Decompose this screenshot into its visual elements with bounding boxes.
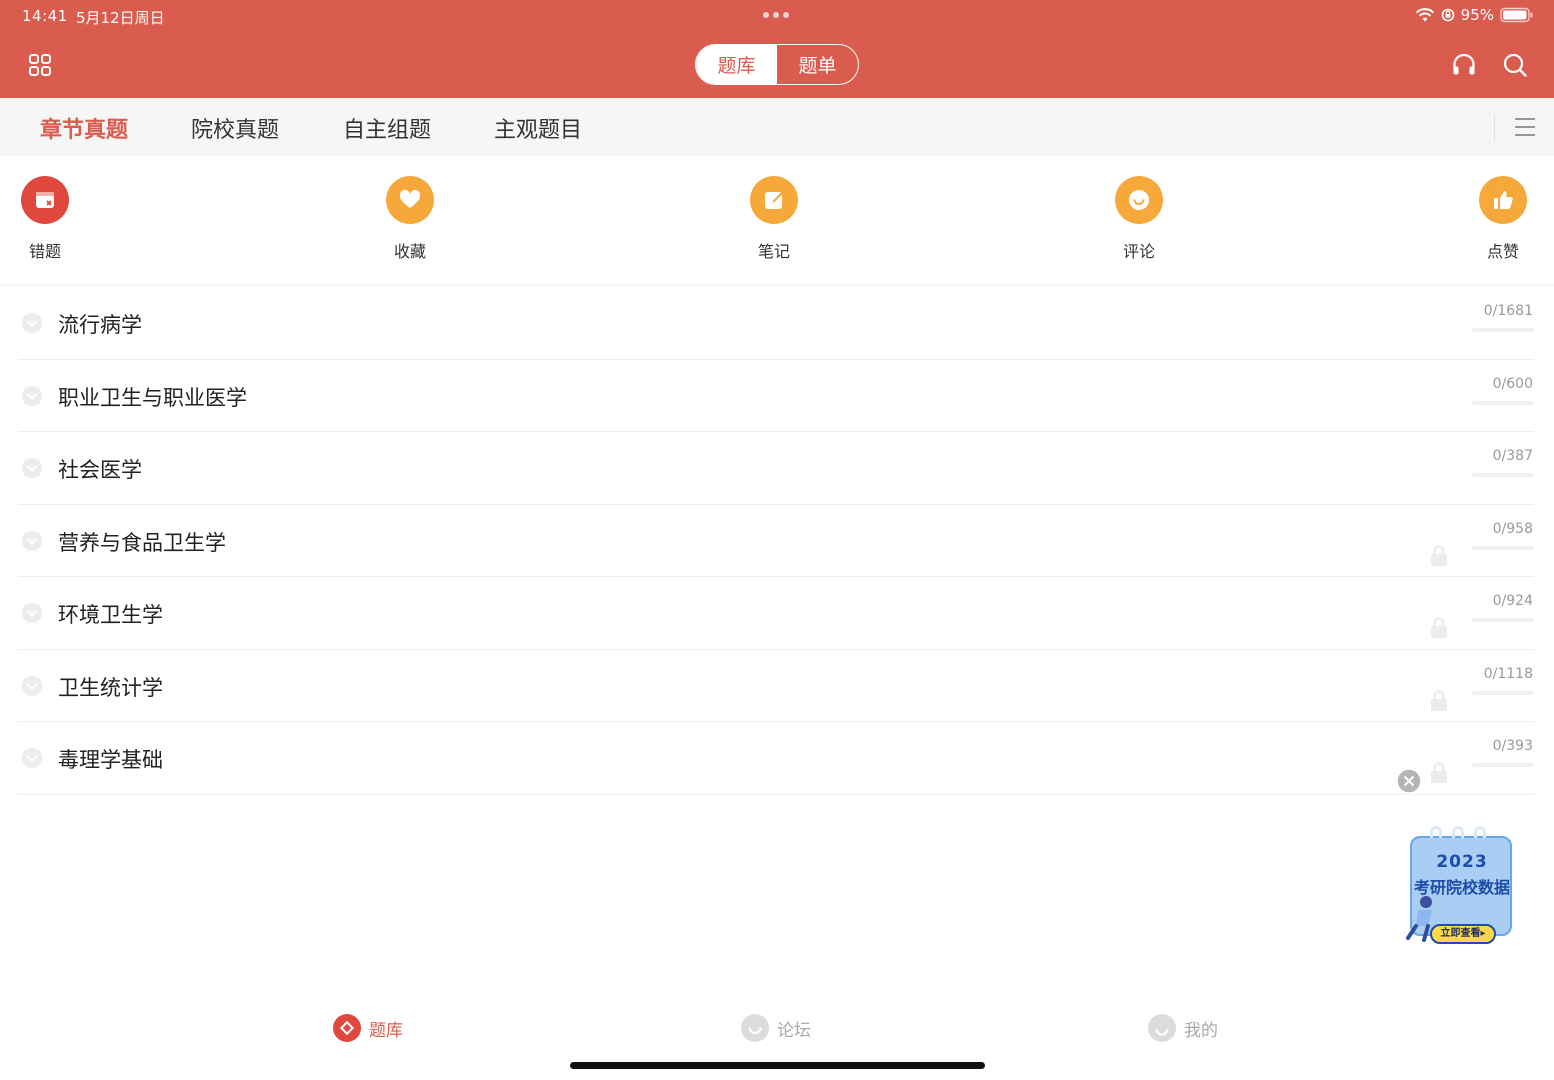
chapter-count: 0/958	[1492, 520, 1533, 537]
tab-chapter-exams[interactable]: 章节真题	[40, 112, 128, 144]
tab-school-exams[interactable]: 院校真题	[191, 112, 279, 144]
status-time: 14:41	[22, 7, 68, 25]
search-icon[interactable]	[1502, 52, 1528, 78]
chevron-down-icon[interactable]	[21, 457, 43, 479]
bottom-nav: 题库 论坛 我的	[0, 1000, 1554, 1060]
chapter-count: 0/924	[1492, 593, 1533, 609]
menu-icon[interactable]	[1514, 117, 1536, 137]
nav-profile[interactable]: 我的	[1148, 1014, 1218, 1042]
chapter-row[interactable]: 职业卫生与职业医学 0/600	[0, 360, 1554, 433]
close-icon[interactable]	[1396, 768, 1422, 794]
tab-subjective-questions[interactable]: 主观题目	[494, 112, 582, 144]
quick-actions: 错题 收藏 笔记 评论 点赞	[0, 156, 1554, 286]
battery-icon	[1500, 7, 1533, 23]
chapter-title: 卫生统计学	[58, 675, 163, 700]
quick-action-comments[interactable]: 评论	[1094, 176, 1184, 262]
wrong-questions-icon	[21, 176, 69, 224]
chapter-count: 0/387	[1492, 448, 1533, 464]
chapter-title: 营养与食品卫生学	[58, 530, 226, 555]
thumbs-up-icon	[1479, 176, 1527, 224]
chevron-down-icon[interactable]	[21, 675, 43, 697]
chevron-down-icon[interactable]	[21, 602, 43, 624]
chapter-count: 0/393	[1492, 738, 1533, 754]
chapter-title: 职业卫生与职业医学	[58, 385, 247, 410]
lock-icon	[1431, 762, 1447, 783]
nav-label: 题库	[369, 1020, 403, 1041]
category-tabs: 章节真题 院校真题 自主组题 主观题目	[0, 98, 1554, 156]
chapter-progress-bar	[1472, 473, 1534, 477]
lock-icon	[1431, 544, 1447, 566]
chapter-progress-bar	[1472, 545, 1534, 550]
chapter-row[interactable]: 社会医学 0/387	[0, 432, 1554, 505]
chevron-down-icon[interactable]	[21, 312, 43, 334]
comment-smile-icon	[1115, 176, 1163, 224]
status-bar: 14:41 5月12日周日 95%	[0, 0, 1554, 32]
question-bank-icon	[333, 1014, 361, 1042]
chapter-row[interactable]: 流行病学 0/1681	[0, 287, 1554, 360]
calendar-rings-icon	[1430, 826, 1486, 838]
note-edit-icon	[750, 176, 798, 224]
quick-action-wrong[interactable]: 错题	[0, 176, 90, 262]
multitasking-dots-icon[interactable]	[763, 12, 789, 18]
segment-question-list[interactable]: 题单	[777, 45, 858, 84]
chapter-count: 0/600	[1492, 375, 1533, 392]
quick-action-notes[interactable]: 笔记	[729, 176, 819, 262]
chapter-progress-bar	[1472, 763, 1534, 767]
forum-icon	[741, 1014, 769, 1042]
favorite-heart-icon	[386, 176, 434, 224]
battery-percent: 95%	[1460, 6, 1494, 24]
tab-divider	[1494, 114, 1495, 142]
segment-question-bank[interactable]: 题库	[696, 45, 777, 84]
apps-grid-icon[interactable]	[28, 53, 52, 77]
quick-action-favorite[interactable]: 收藏	[365, 176, 455, 262]
promo-banner[interactable]: 2023 考研院校数据 立即查看▸	[1402, 822, 1522, 950]
chapter-title: 社会医学	[58, 458, 142, 482]
quick-action-label: 评论	[1122, 242, 1155, 261]
wifi-icon	[1415, 8, 1434, 22]
app-header: 14:41 5月12日周日 95% 题库 题单	[0, 0, 1554, 98]
profile-icon	[1148, 1014, 1176, 1042]
orientation-lock-icon	[1441, 8, 1454, 22]
chapter-row[interactable]: 毒理学基础 0/393	[0, 722, 1554, 795]
quick-action-likes[interactable]: 点赞	[1458, 176, 1548, 262]
chevron-down-icon[interactable]	[21, 747, 43, 769]
chapter-row[interactable]: 卫生统计学 0/1118	[0, 650, 1554, 723]
chapter-title: 环境卫生学	[58, 603, 163, 627]
status-date: 5月12日周日	[76, 9, 165, 27]
quick-action-label: 收藏	[393, 242, 426, 261]
nav-question-bank[interactable]: 题库	[333, 1014, 403, 1042]
quick-action-label: 点赞	[1486, 242, 1519, 261]
nav-label: 论坛	[777, 1020, 811, 1041]
home-indicator[interactable]	[570, 1062, 985, 1069]
section-divider	[0, 284, 1554, 286]
headphone-icon[interactable]	[1451, 52, 1477, 78]
chapter-count: 0/1681	[1483, 303, 1533, 319]
chapter-progress-bar	[1472, 618, 1534, 622]
lock-icon	[1431, 689, 1447, 711]
lock-icon	[1431, 617, 1447, 638]
promo-view-button[interactable]: 立即查看▸	[1430, 924, 1496, 944]
nav-label: 我的	[1184, 1020, 1218, 1041]
chapter-row[interactable]: 环境卫生学 0/924	[0, 577, 1554, 650]
chapter-progress-bar	[1472, 690, 1534, 695]
chapter-row[interactable]: 营养与食品卫生学 0/958	[0, 505, 1554, 578]
quick-action-label: 笔记	[757, 242, 790, 261]
chapter-count: 0/1118	[1483, 665, 1533, 682]
chapter-list: 流行病学 0/1681 职业卫生与职业医学 0/600 社会医学 0/387 营…	[0, 287, 1554, 795]
mode-segmented-control: 题库 题单	[695, 44, 859, 85]
chevron-down-icon[interactable]	[21, 530, 43, 552]
chapter-progress-bar	[1472, 400, 1534, 405]
chapter-title: 流行病学	[58, 313, 142, 337]
chapter-title: 毒理学基础	[58, 748, 163, 772]
chevron-down-icon[interactable]	[21, 385, 43, 407]
nav-forum[interactable]: 论坛	[741, 1014, 811, 1042]
promo-year: 2023	[1436, 852, 1488, 872]
status-indicators: 95%	[1415, 6, 1534, 24]
quick-action-label: 错题	[28, 242, 61, 261]
chapter-progress-bar	[1472, 328, 1534, 332]
tab-custom-quiz[interactable]: 自主组题	[343, 112, 431, 144]
